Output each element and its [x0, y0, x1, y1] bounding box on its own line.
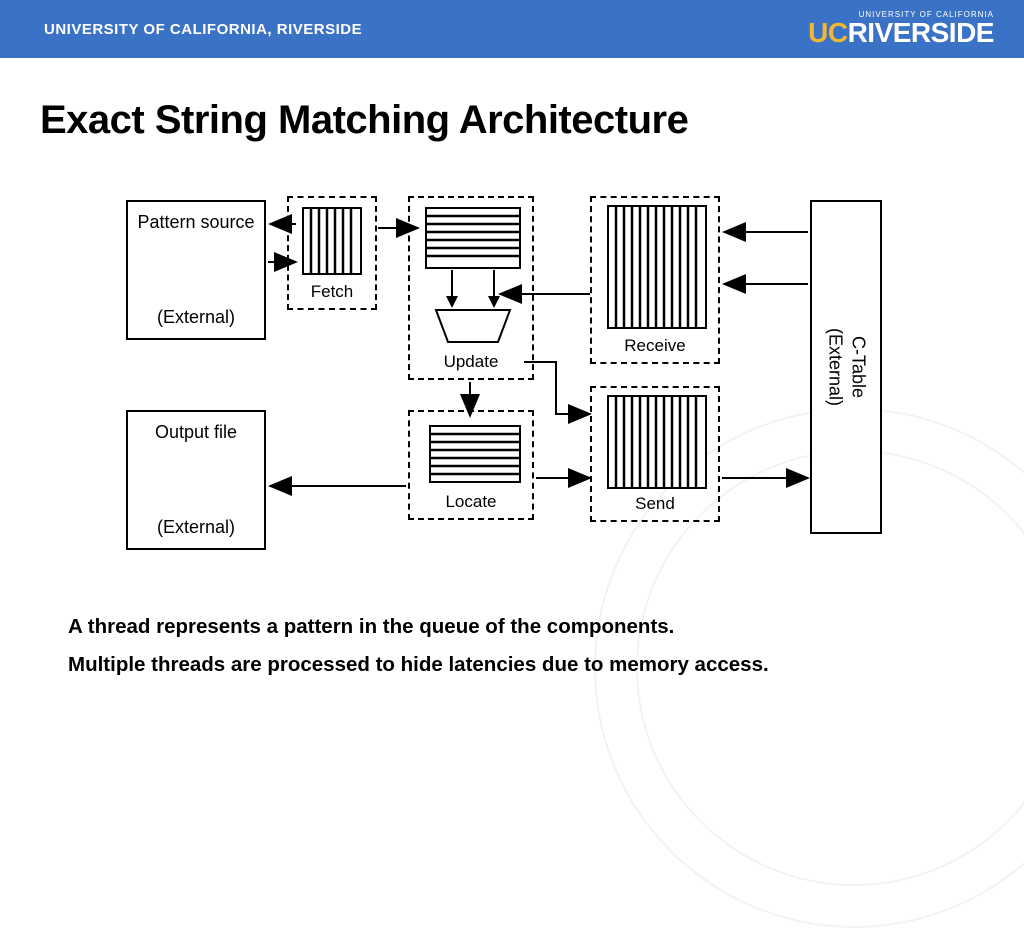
update-internals-icon	[412, 202, 534, 354]
node-locate: Locate	[408, 410, 534, 520]
locate-queue-icon	[412, 416, 534, 492]
ctable-label: C-Table (External)	[823, 328, 870, 406]
architecture-diagram: Pattern source (External) Output file (E…	[0, 190, 1024, 580]
locate-label: Locate	[410, 492, 532, 512]
send-queue-icon	[594, 392, 720, 496]
node-pattern-source: Pattern source (External)	[126, 200, 266, 340]
node-fetch: Fetch	[287, 196, 377, 310]
description-block: A thread represents a pattern in the que…	[68, 608, 769, 684]
output-file-label: Output file	[136, 422, 256, 443]
send-label: Send	[592, 494, 718, 514]
fetch-label: Fetch	[289, 282, 375, 302]
update-label: Update	[410, 352, 532, 372]
description-line-1: A thread represents a pattern in the que…	[68, 608, 769, 646]
fetch-queue-icon	[291, 204, 377, 282]
receive-queue-icon	[594, 202, 720, 336]
header-logo-main: UCRIVERSIDE	[808, 17, 994, 49]
node-ctable: C-Table (External)	[810, 200, 882, 534]
node-receive: Receive	[590, 196, 720, 364]
header-university-name: UNIVERSITY OF CALIFORNIA, RIVERSIDE	[44, 21, 362, 38]
header-bar: UNIVERSITY OF CALIFORNIA, RIVERSIDE UNIV…	[0, 0, 1024, 58]
header-logo-riverside: RIVERSIDE	[848, 17, 994, 48]
output-file-external: (External)	[128, 517, 264, 538]
header-logo: UNIVERSITY OF CALIFORNIA UCRIVERSIDE	[808, 10, 994, 49]
header-logo-uc: UC	[808, 17, 847, 48]
node-output-file: Output file (External)	[126, 410, 266, 550]
node-send: Send	[590, 386, 720, 522]
receive-label: Receive	[592, 336, 718, 356]
slide-title: Exact String Matching Architecture	[40, 98, 688, 143]
node-update: Update	[408, 196, 534, 380]
pattern-source-label: Pattern source	[136, 212, 256, 233]
pattern-source-external: (External)	[128, 307, 264, 328]
description-line-2: Multiple threads are processed to hide l…	[68, 646, 769, 684]
